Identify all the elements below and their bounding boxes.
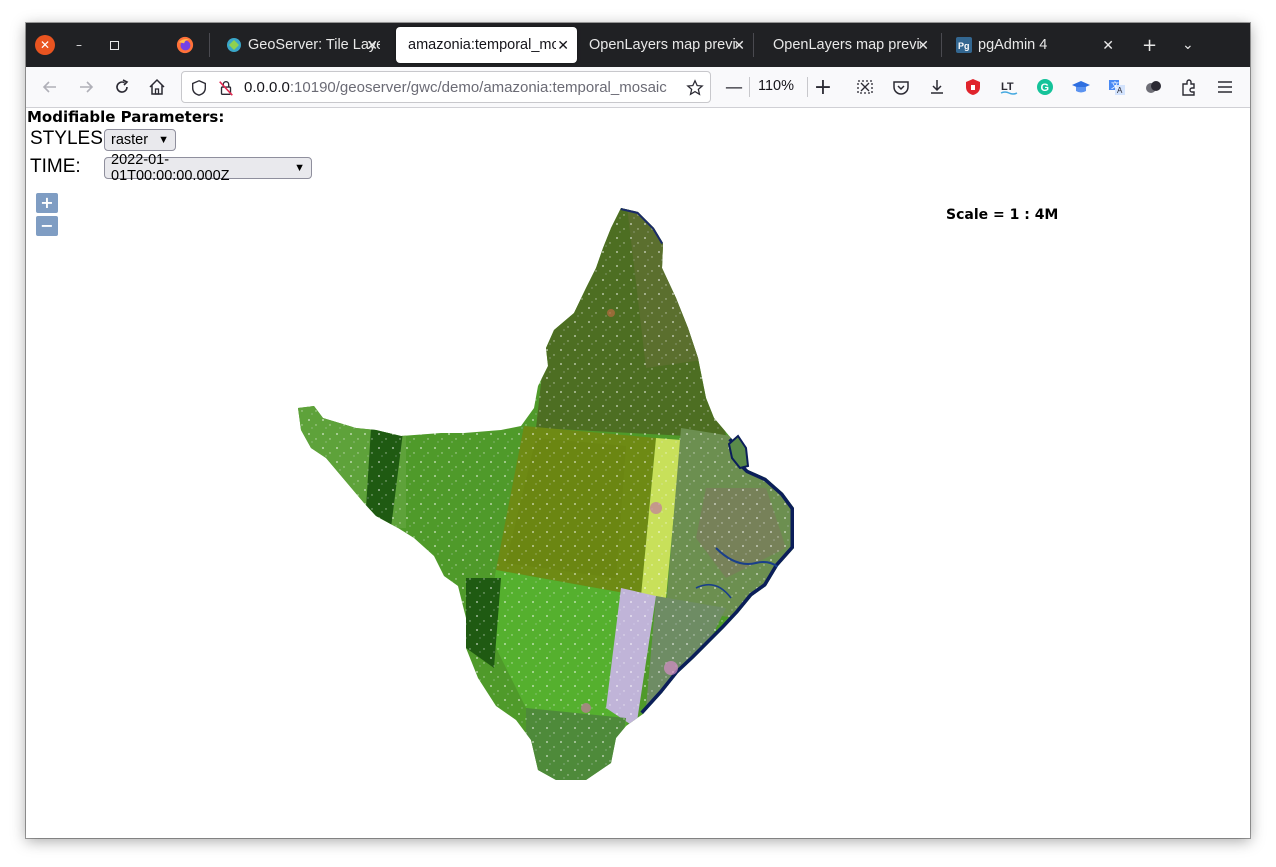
time-select[interactable]: 2022-01-01T00:00:00.000Z ▼: [104, 152, 312, 184]
bookmark-star-icon[interactable]: [686, 79, 704, 97]
grammarly-icon[interactable]: G: [1035, 77, 1055, 97]
close-icon: ✕: [39, 38, 51, 52]
forward-icon[interactable]: [76, 77, 96, 97]
map-zoom-in-button[interactable]: +: [36, 193, 58, 213]
navigation-toolbar: 0.0.0.0:10190/geoserver/gwc/demo/amazoni…: [26, 67, 1250, 108]
styles-select-value: raster: [111, 132, 149, 148]
page-content: Modifiable Parameters: STYLES: raster ▼ …: [26, 108, 1250, 838]
hamburger-menu-icon[interactable]: [1215, 77, 1235, 97]
close-tab-icon[interactable]: ✕: [733, 37, 745, 54]
maximize-icon: [109, 40, 119, 50]
tab-amazonia-temporal-mosaic[interactable]: amazonia:temporal_mosaic ✕: [396, 27, 577, 63]
map-zoom-out-button[interactable]: −: [36, 216, 58, 236]
pocket-icon[interactable]: [891, 77, 911, 97]
map-canvas[interactable]: [26, 108, 1250, 838]
tab-label: pgAdmin 4: [978, 37, 1048, 53]
url-text[interactable]: 0.0.0.0:10190/geoserver/gwc/demo/amazoni…: [244, 79, 674, 96]
zoom-level[interactable]: 110%: [758, 78, 794, 94]
graduation-cap-icon[interactable]: [1071, 77, 1091, 97]
new-tab-icon[interactable]: +: [1142, 35, 1157, 56]
window-maximize-button[interactable]: [104, 35, 124, 55]
insecure-lock-icon[interactable]: [217, 79, 235, 97]
window-close-button[interactable]: ✕: [35, 35, 55, 55]
languagetool-icon[interactable]: LT: [999, 77, 1019, 97]
time-select-value: 2022-01-01T00:00:00.000Z: [111, 152, 230, 184]
svg-text:A: A: [1117, 86, 1123, 95]
svg-text:Pg: Pg: [958, 41, 970, 51]
zoom-out-icon[interactable]: —: [724, 77, 744, 98]
satellite-mosaic-layer: [298, 208, 794, 780]
tab-pgadmin[interactable]: Pg pgAdmin 4 ✕: [944, 23, 1122, 67]
chevron-down-icon: ▼: [158, 134, 169, 146]
chevron-down-icon: ▼: [294, 162, 305, 174]
params-title: Modifiable Parameters:: [27, 108, 225, 126]
reload-icon[interactable]: [112, 77, 132, 97]
zoom-in-icon[interactable]: +: [813, 75, 833, 100]
shield-icon[interactable]: [190, 79, 208, 97]
close-tab-icon[interactable]: ✕: [557, 37, 569, 54]
scale-label: Scale = 1 : 4M: [946, 207, 1059, 223]
tab-openlayers-preview-1[interactable]: OpenLayers map preview ✕: [577, 23, 753, 67]
tab-label: OpenLayers map preview: [773, 37, 921, 53]
home-icon[interactable]: [147, 77, 167, 97]
firefox-icon[interactable]: [176, 36, 194, 54]
tab-label: amazonia:temporal_mosaic: [408, 37, 556, 53]
close-tab-icon[interactable]: ✕: [917, 37, 929, 54]
minimize-icon: –: [76, 38, 82, 52]
tab-label: GeoServer: Tile Layers: [248, 37, 380, 53]
styles-select[interactable]: raster ▼: [104, 129, 176, 151]
screenshot-icon[interactable]: [855, 77, 875, 97]
tab-label: OpenLayers map preview: [589, 37, 737, 53]
svg-text:LT: LT: [1001, 81, 1014, 93]
pgadmin-icon: Pg: [956, 37, 972, 53]
ublock-shield-icon[interactable]: [963, 77, 983, 97]
url-bar[interactable]: 0.0.0.0:10190/geoserver/gwc/demo/amazoni…: [181, 71, 711, 103]
close-tab-icon[interactable]: ✕: [1102, 37, 1114, 54]
tab-strip: ✕ – GeoServer: Tile Layers ✕ amazonia:te…: [26, 23, 1250, 67]
svg-text:G: G: [1041, 82, 1050, 94]
close-tab-icon[interactable]: ✕: [366, 37, 378, 54]
time-label: TIME:: [30, 156, 81, 177]
tab-list-chevron-icon[interactable]: ⌄: [1182, 37, 1194, 53]
back-icon[interactable]: [40, 77, 60, 97]
window-minimize-button[interactable]: –: [69, 35, 89, 55]
tab-geoserver-tile-layers[interactable]: GeoServer: Tile Layers ✕: [214, 23, 386, 67]
geoserver-icon: [227, 38, 241, 52]
tab-openlayers-preview-2[interactable]: OpenLayers map preview ✕: [761, 23, 937, 67]
extension-balls-icon[interactable]: [1143, 77, 1163, 97]
downloads-icon[interactable]: [927, 77, 947, 97]
extensions-puzzle-icon[interactable]: [1179, 77, 1199, 97]
browser-window: ✕ – GeoServer: Tile Layers ✕ amazonia:te…: [26, 23, 1250, 838]
styles-label: STYLES:: [30, 128, 109, 149]
translate-icon[interactable]: 文 A: [1107, 77, 1127, 97]
